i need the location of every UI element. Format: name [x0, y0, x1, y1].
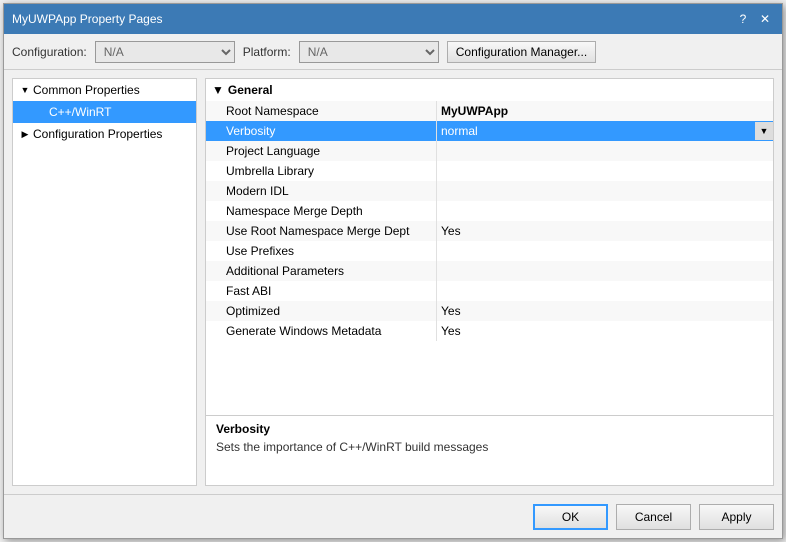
prop-value-text: normal	[437, 122, 755, 140]
prop-name: Use Prefixes	[206, 241, 436, 261]
properties-panel: ▼ General Root Namespace MyUWPApp Verbos…	[205, 78, 774, 486]
table-row: Namespace Merge Depth	[206, 201, 773, 221]
platform-select[interactable]: N/A	[299, 41, 439, 63]
prop-name: Use Root Namespace Merge Dept	[206, 221, 436, 241]
description-panel: Verbosity Sets the importance of C++/Win…	[206, 415, 773, 485]
prop-name: Project Language	[206, 141, 436, 161]
table-row: Additional Parameters	[206, 261, 773, 281]
property-pages-dialog: MyUWPApp Property Pages ? ✕ Configuratio…	[3, 3, 783, 539]
apply-button[interactable]: Apply	[699, 504, 774, 530]
prop-value: Yes	[436, 301, 773, 321]
prop-value	[436, 281, 773, 301]
table-row[interactable]: Verbosity normal ▼	[206, 121, 773, 141]
expand-icon: ▶	[17, 126, 33, 142]
main-content: ▼ Common Properties C++/WinRT ▶ Configur…	[4, 70, 782, 494]
sidebar-tree: ▼ Common Properties C++/WinRT ▶ Configur…	[12, 78, 197, 486]
title-bar-controls: ? ✕	[734, 10, 774, 28]
table-row: Use Prefixes	[206, 241, 773, 261]
prop-value: MyUWPApp	[436, 101, 773, 121]
table-row: Umbrella Library	[206, 161, 773, 181]
dropdown-button[interactable]: ▼	[755, 122, 773, 140]
section-title: General	[228, 83, 273, 97]
table-row: Project Language	[206, 141, 773, 161]
help-button[interactable]: ?	[734, 10, 752, 28]
prop-name: Verbosity	[206, 121, 436, 141]
config-select[interactable]: N/A	[95, 41, 235, 63]
sidebar-item-label: Configuration Properties	[33, 127, 162, 141]
sidebar-item-common-properties[interactable]: ▼ Common Properties	[13, 79, 196, 101]
prop-name: Namespace Merge Depth	[206, 201, 436, 221]
table-row: Modern IDL	[206, 181, 773, 201]
cancel-button[interactable]: Cancel	[616, 504, 691, 530]
title-bar: MyUWPApp Property Pages ? ✕	[4, 4, 782, 34]
section-collapse-icon: ▼	[212, 83, 224, 97]
prop-value	[436, 141, 773, 161]
table-row: Fast ABI	[206, 281, 773, 301]
sidebar-item-label: C++/WinRT	[49, 105, 111, 119]
prop-name: Additional Parameters	[206, 261, 436, 281]
close-button[interactable]: ✕	[756, 10, 774, 28]
sidebar-item-cppwinrt[interactable]: C++/WinRT	[13, 101, 196, 123]
platform-label: Platform:	[243, 45, 291, 59]
prop-value: Yes	[436, 221, 773, 241]
desc-text: Sets the importance of C++/WinRT build m…	[216, 440, 763, 454]
prop-name: Modern IDL	[206, 181, 436, 201]
prop-value	[436, 241, 773, 261]
prop-name: Root Namespace	[206, 101, 436, 121]
config-label: Configuration:	[12, 45, 87, 59]
prop-value	[436, 181, 773, 201]
prop-value	[436, 201, 773, 221]
button-bar: OK Cancel Apply	[4, 494, 782, 538]
prop-value: Yes	[436, 321, 773, 341]
prop-name: Optimized	[206, 301, 436, 321]
config-bar: Configuration: N/A Platform: N/A Configu…	[4, 34, 782, 70]
sidebar-item-config-properties[interactable]: ▶ Configuration Properties	[13, 123, 196, 145]
table-row: Root Namespace MyUWPApp	[206, 101, 773, 121]
dialog-title: MyUWPApp Property Pages	[12, 12, 163, 26]
prop-name: Generate Windows Metadata	[206, 321, 436, 341]
table-row: Optimized Yes	[206, 301, 773, 321]
prop-value	[436, 261, 773, 281]
table-row: Use Root Namespace Merge Dept Yes	[206, 221, 773, 241]
prop-name: Umbrella Library	[206, 161, 436, 181]
section-header: ▼ General	[206, 79, 773, 101]
prop-value-cell: normal ▼	[436, 121, 773, 141]
sidebar-item-label: Common Properties	[33, 83, 140, 97]
expand-icon: ▼	[17, 82, 33, 98]
desc-title: Verbosity	[216, 422, 763, 436]
leaf-icon	[33, 104, 49, 120]
prop-value	[436, 161, 773, 181]
prop-name: Fast ABI	[206, 281, 436, 301]
properties-table: ▼ General Root Namespace MyUWPApp Verbos…	[206, 79, 773, 415]
table-row: Generate Windows Metadata Yes	[206, 321, 773, 341]
ok-button[interactable]: OK	[533, 504, 608, 530]
config-manager-button[interactable]: Configuration Manager...	[447, 41, 596, 63]
